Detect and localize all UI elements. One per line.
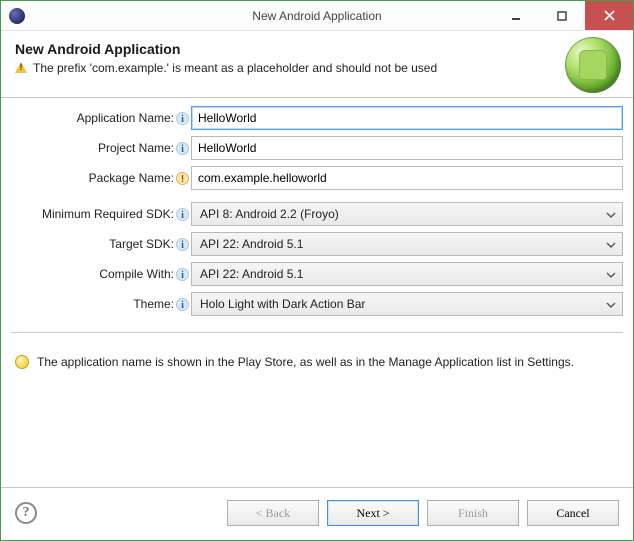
label-target-sdk: Target SDK: i <box>11 237 189 251</box>
android-icon <box>565 37 621 93</box>
label-project-name: Project Name: i <box>11 141 189 155</box>
warning-icon <box>15 62 27 73</box>
form-block-sdk: Minimum Required SDK: i API 8: Android 2… <box>11 202 623 316</box>
info-icon[interactable]: i <box>176 112 189 125</box>
window-controls <box>493 1 633 30</box>
info-icon[interactable]: i <box>176 142 189 155</box>
label-theme: Theme: i <box>11 297 189 311</box>
compile-with-value: API 22: Android 5.1 <box>200 267 303 281</box>
wizard-content: Application Name: i Project Name: i Pack… <box>1 98 633 487</box>
info-tip: The application name is shown in the Pla… <box>11 355 623 369</box>
target-sdk-value: API 22: Android 5.1 <box>200 237 303 251</box>
label-compile-with: Compile With: i <box>11 267 189 281</box>
theme-value: Holo Light with Dark Action Bar <box>200 297 365 311</box>
wizard-banner: New Android Application The prefix 'com.… <box>1 31 633 97</box>
label-package-name: Package Name: ! <box>11 171 189 185</box>
titlebar: New Android Application <box>1 1 633 31</box>
wizard-button-bar: ? < Back Next > Finish Cancel <box>1 488 633 540</box>
next-button[interactable]: Next > <box>327 500 419 526</box>
info-icon[interactable]: i <box>176 208 189 221</box>
lightbulb-icon <box>15 355 29 369</box>
banner-message: The prefix 'com.example.' is meant as a … <box>15 61 619 75</box>
finish-button[interactable]: Finish <box>427 500 519 526</box>
label-min-sdk: Minimum Required SDK: i <box>11 207 189 221</box>
banner-heading: New Android Application <box>15 41 619 57</box>
cancel-button[interactable]: Cancel <box>527 500 619 526</box>
project-name-input[interactable] <box>191 136 623 160</box>
close-button[interactable] <box>585 1 633 30</box>
chevron-down-icon <box>606 297 616 311</box>
application-name-input[interactable] <box>191 106 623 130</box>
info-icon[interactable]: i <box>176 268 189 281</box>
theme-dropdown[interactable]: Holo Light with Dark Action Bar <box>191 292 623 316</box>
form-block-names: Application Name: i Project Name: i Pack… <box>11 106 623 190</box>
separator <box>11 332 623 333</box>
min-sdk-value: API 8: Android 2.2 (Froyo) <box>200 207 339 221</box>
label-app-name: Application Name: i <box>11 111 189 125</box>
compile-with-dropdown[interactable]: API 22: Android 5.1 <box>191 262 623 286</box>
chevron-down-icon <box>606 267 616 281</box>
info-icon[interactable]: i <box>176 238 189 251</box>
target-sdk-dropdown[interactable]: API 22: Android 5.1 <box>191 232 623 256</box>
banner-warning-text: The prefix 'com.example.' is meant as a … <box>33 61 437 75</box>
maximize-button[interactable] <box>539 1 585 30</box>
help-button[interactable]: ? <box>15 502 37 524</box>
chevron-down-icon <box>606 207 616 221</box>
eclipse-icon <box>9 8 25 24</box>
back-button[interactable]: < Back <box>227 500 319 526</box>
warning-badge-icon[interactable]: ! <box>176 172 189 185</box>
minimize-button[interactable] <box>493 1 539 30</box>
info-tip-text: The application name is shown in the Pla… <box>37 355 574 369</box>
package-name-input[interactable] <box>191 166 623 190</box>
info-icon[interactable]: i <box>176 298 189 311</box>
chevron-down-icon <box>606 237 616 251</box>
min-sdk-dropdown[interactable]: API 8: Android 2.2 (Froyo) <box>191 202 623 226</box>
